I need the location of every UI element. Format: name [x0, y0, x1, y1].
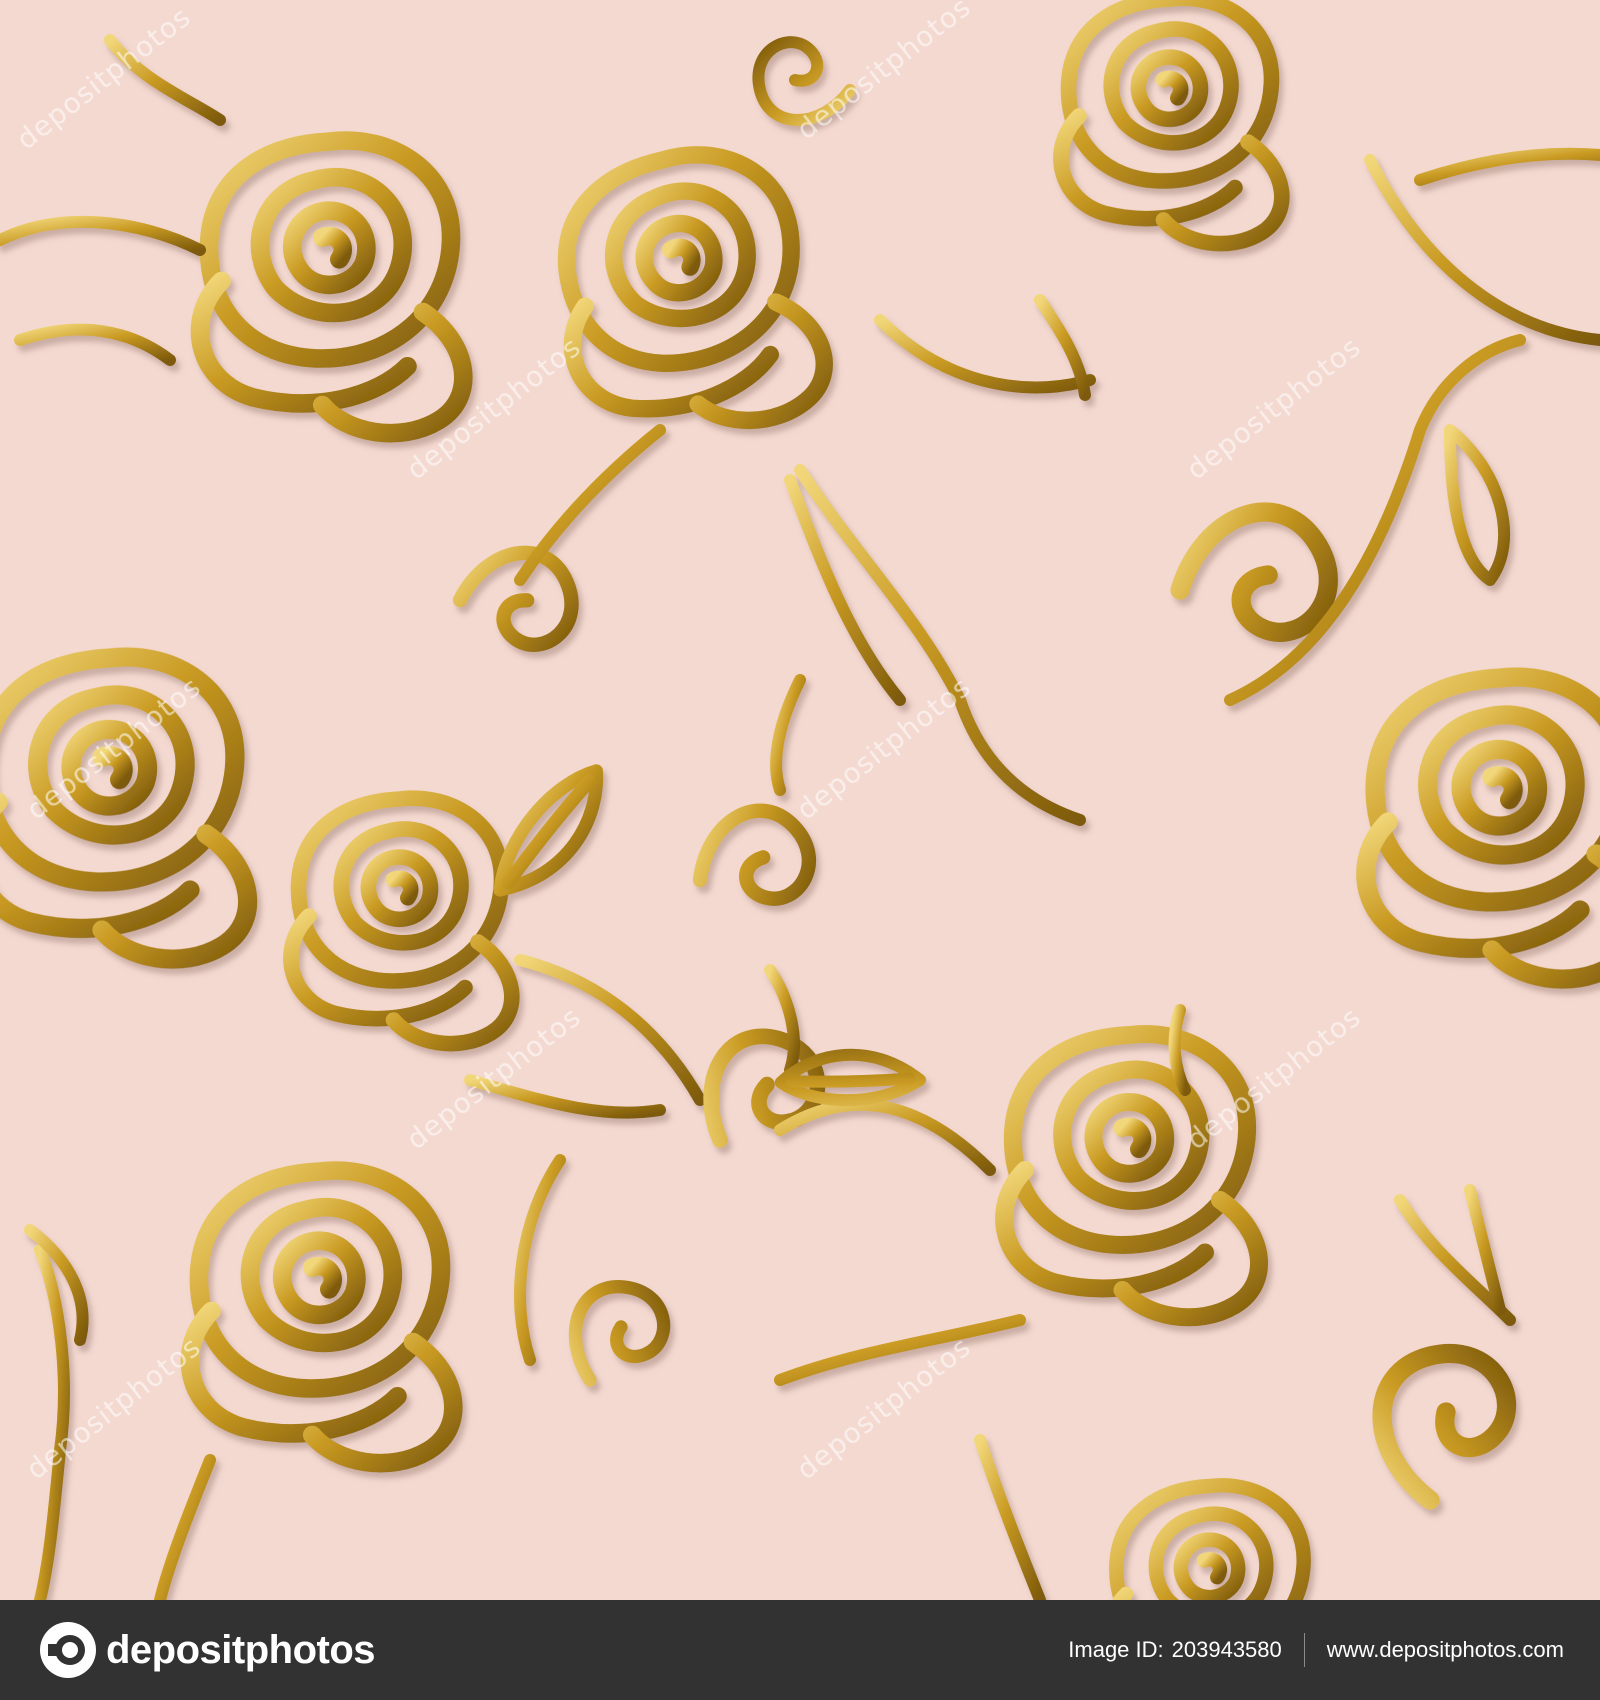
rose-motif	[542, 137, 832, 449]
image-id-label: Image ID:	[1068, 1637, 1164, 1662]
swirl-motif	[758, 42, 850, 120]
brand-name: depositphotos	[106, 1627, 376, 1672]
rose-motif	[190, 1171, 453, 1464]
rose-motif	[0, 657, 248, 959]
swirl-motif	[559, 1274, 674, 1398]
image-info: Image ID: 203943580 www.depositphotos.co…	[1068, 1633, 1564, 1667]
website-link[interactable]: www.depositphotos.com	[1327, 1637, 1564, 1663]
swirl-motif	[682, 794, 824, 930]
brand[interactable]: depositphotos	[40, 1622, 376, 1678]
depositphotos-logo-icon	[40, 1622, 96, 1678]
rose-motif	[1109, 1485, 1313, 1600]
divider	[1303, 1633, 1305, 1667]
rose-motif	[1366, 677, 1600, 979]
rose-motif	[1061, 0, 1282, 244]
rose-pattern-graphic	[0, 0, 1600, 1600]
rose-motif	[200, 141, 463, 434]
pattern-image: depositphotos depositphotos depositphoto…	[0, 0, 1600, 1600]
rose-motif	[291, 798, 512, 1043]
swirl-motif	[1382, 1353, 1507, 1500]
image-id-value: 203943580	[1171, 1637, 1282, 1662]
footer-bar: depositphotos Image ID: 203943580 www.de…	[0, 1600, 1600, 1700]
swirl-motif	[454, 545, 578, 656]
rose-motif	[1004, 1034, 1259, 1317]
